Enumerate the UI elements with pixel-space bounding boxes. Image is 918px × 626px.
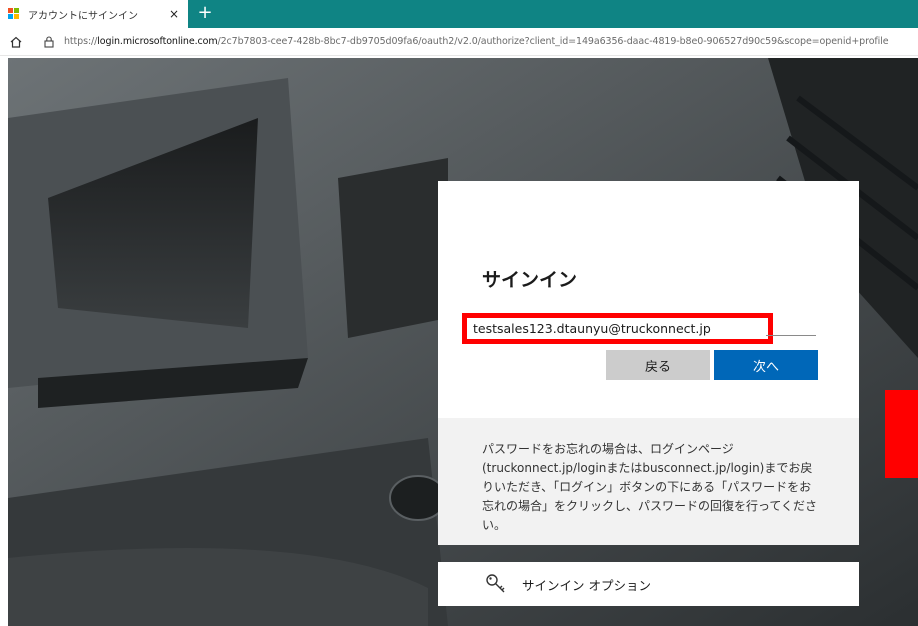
- url-field[interactable]: https://login.microsoftonline.com/2c7b78…: [42, 30, 918, 54]
- email-highlight-box: [462, 313, 773, 344]
- signin-options-label: サインイン オプション: [522, 577, 651, 593]
- address-bar: https://login.microsoftonline.com/2c7b78…: [0, 28, 918, 56]
- signin-card: サインイン 戻る 次へ: [438, 181, 859, 418]
- red-side-marker: [885, 390, 918, 478]
- input-underline: [766, 335, 816, 336]
- home-icon[interactable]: [6, 32, 26, 52]
- key-icon: [486, 574, 505, 593]
- url-text: https://login.microsoftonline.com/2c7b78…: [64, 36, 889, 47]
- close-tab-icon[interactable]: ×: [166, 7, 182, 21]
- back-button[interactable]: 戻る: [606, 350, 710, 380]
- microsoft-logo-icon: [8, 8, 20, 20]
- password-info-text: パスワードをお忘れの場合は、ログインページ(truckonnect.jp/log…: [482, 442, 818, 532]
- new-tab-button[interactable]: +: [193, 0, 217, 28]
- browser-tab-active[interactable]: アカウントにサインイン ×: [0, 0, 188, 28]
- next-button[interactable]: 次へ: [714, 350, 818, 380]
- tab-title: アカウントにサインイン: [28, 10, 138, 22]
- page-title: サインイン: [482, 269, 578, 291]
- email-field[interactable]: [467, 318, 768, 339]
- tab-strip: アカウントにサインイン × +: [0, 0, 918, 28]
- lock-icon: [44, 35, 54, 48]
- signin-options-button[interactable]: サインイン オプション: [438, 562, 859, 606]
- password-info-panel: パスワードをお忘れの場合は、ログインページ(truckonnect.jp/log…: [438, 418, 859, 545]
